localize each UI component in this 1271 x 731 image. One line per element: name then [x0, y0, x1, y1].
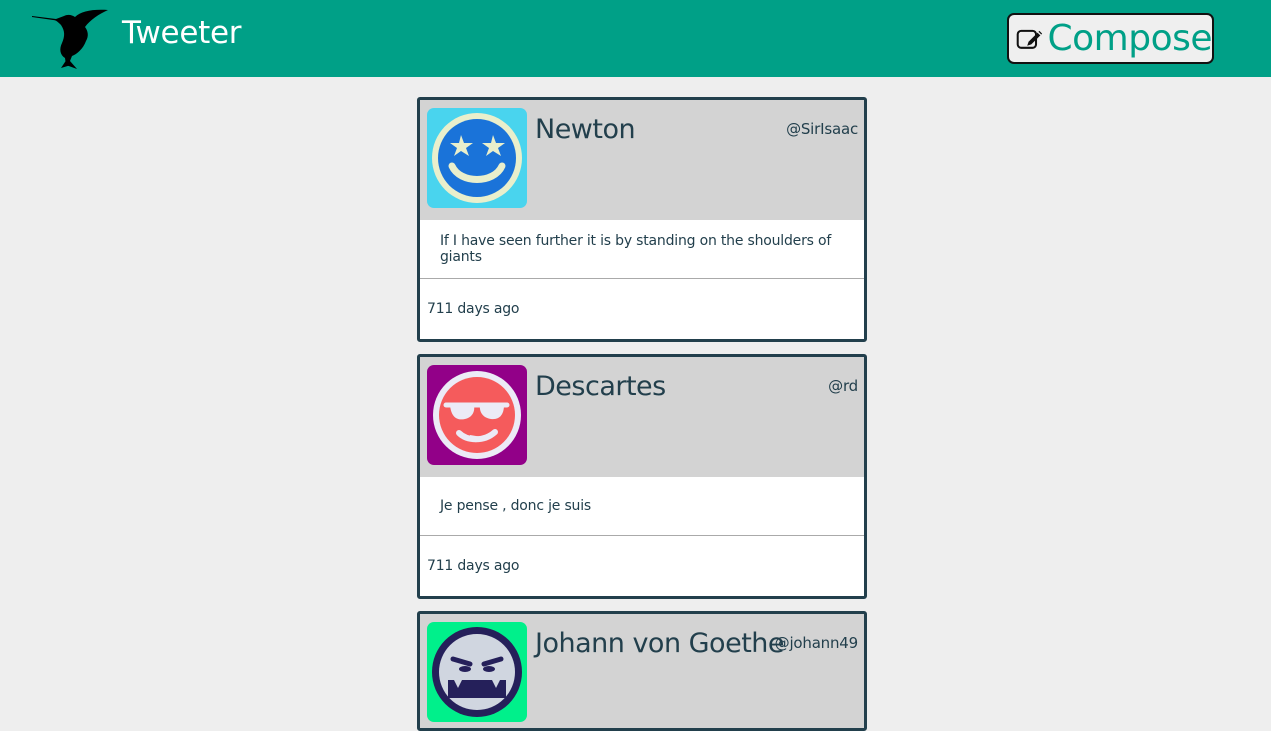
- edit-square-icon: [1016, 29, 1043, 49]
- tweet-content: If I have seen further it is by standing…: [420, 220, 864, 279]
- tweet-timestamp: 711 days ago: [427, 558, 520, 574]
- app-title: Tweeter: [122, 14, 242, 51]
- tweet-author-handle[interactable]: @rd: [828, 377, 858, 395]
- compose-button[interactable]: Compose: [1007, 13, 1214, 64]
- smiley-stars-avatar-icon: [427, 108, 527, 208]
- smiley-sunglasses-avatar-icon: [427, 365, 527, 465]
- hummingbird-icon: [32, 9, 108, 69]
- tweet-timestamp: 711 days ago: [427, 301, 520, 317]
- top-navigation-bar: Tweeter Compose: [0, 0, 1271, 77]
- brand[interactable]: Tweeter: [30, 0, 241, 77]
- tweet-feed: Newton @SirIsaac If I have seen further …: [417, 97, 867, 731]
- tweet-author-name: Newton: [535, 114, 636, 145]
- tweet-card: Descartes @rd Je pense , donc je suis 71…: [417, 354, 867, 599]
- tweet-header: Descartes @rd: [420, 357, 864, 477]
- compose-label: Compose: [1047, 18, 1212, 59]
- tweet-card: Newton @SirIsaac If I have seen further …: [417, 97, 867, 342]
- tweet-author-name: Johann von Goethe: [535, 628, 785, 659]
- smiley-grimace-avatar-icon: [427, 622, 527, 722]
- tweet-header: Johann von Goethe @johann49: [420, 614, 864, 728]
- tweet-card: Johann von Goethe @johann49: [417, 611, 867, 731]
- tweet-content: Je pense , donc je suis: [420, 477, 864, 536]
- tweet-author-name: Descartes: [535, 371, 666, 402]
- tweet-author-handle[interactable]: @SirIsaac: [786, 120, 858, 138]
- tweet-header: Newton @SirIsaac: [420, 100, 864, 220]
- tweet-author-handle[interactable]: @johann49: [775, 634, 859, 652]
